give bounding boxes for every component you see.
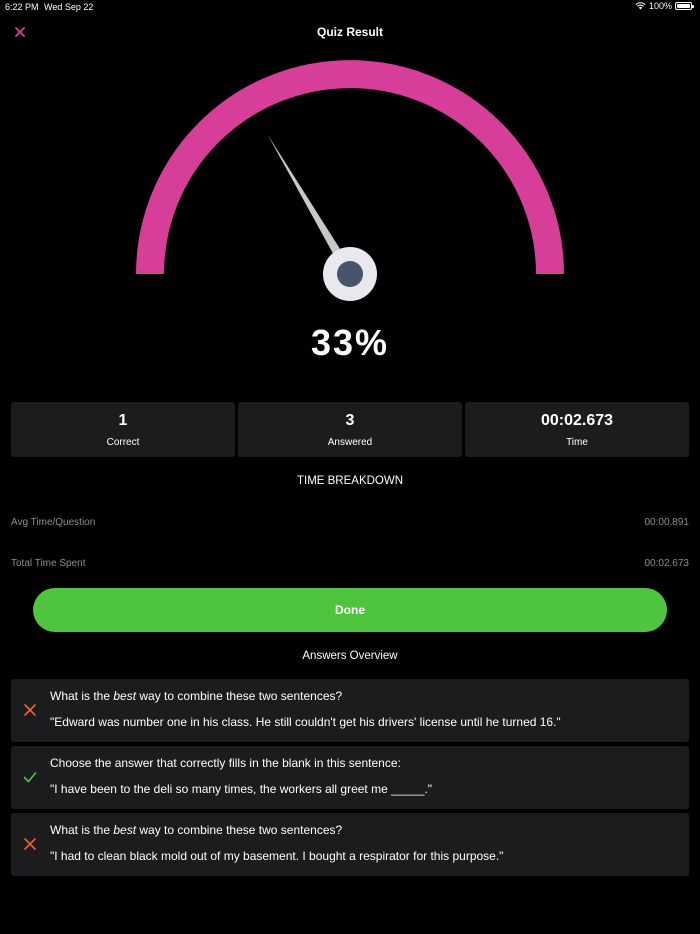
stat-correct: 1 Correct xyxy=(11,402,235,457)
gauge-arc xyxy=(136,60,564,275)
stats-row: 1 Correct 3 Answered 00:02.673 Time xyxy=(11,402,689,457)
incorrect-icon xyxy=(24,704,36,716)
stat-value: 1 xyxy=(118,411,128,429)
answer-item[interactable]: What is the best way to combine these tw… xyxy=(11,813,689,876)
score-percent: 33% xyxy=(310,322,390,363)
battery-percent: 100% xyxy=(648,1,672,11)
answer-item[interactable]: What is the best way to combine these tw… xyxy=(11,679,689,742)
battery-icon xyxy=(675,2,694,10)
answer-sentence: "I have been to the deli so many times, … xyxy=(50,782,433,796)
stat-label: Correct xyxy=(106,436,140,448)
row-label: Avg Time/Question xyxy=(11,517,96,528)
done-button[interactable]: Done xyxy=(33,588,667,632)
gauge-hub-inner xyxy=(337,261,363,287)
stat-label: Time xyxy=(566,436,588,448)
row-label: Total Time Spent xyxy=(11,558,86,569)
wifi-icon xyxy=(635,2,646,10)
incorrect-icon xyxy=(24,838,36,850)
avg-time-row: Avg Time/Question 00:00.891 xyxy=(11,517,689,528)
answer-question: Choose the answer that correctly fills i… xyxy=(50,756,401,770)
answers-overview-title: Answers Overview xyxy=(302,650,398,662)
row-value: 00:02.673 xyxy=(644,558,690,569)
answer-question: What is the best way to combine these tw… xyxy=(50,689,343,703)
stat-label: Answered xyxy=(327,436,373,448)
stat-value: 3 xyxy=(345,411,355,429)
time-breakdown-title: TIME BREAKDOWN xyxy=(296,475,404,487)
status-indicators: 100% xyxy=(635,1,694,11)
stat-time: 00:02.673 Time xyxy=(465,402,689,457)
answer-sentence: "I had to clean black mold out of my bas… xyxy=(50,849,504,863)
status-date: Wed Sep 22 xyxy=(44,2,94,12)
answer-question: What is the best way to combine these tw… xyxy=(50,823,343,837)
checkmark-icon xyxy=(23,772,37,783)
page-title: Quiz Result xyxy=(316,25,383,39)
status-bar: 6:22 PM Wed Sep 22 100% xyxy=(0,0,700,14)
status-time: 6:22 PM xyxy=(5,2,39,12)
answer-sentence: "Edward was number one in his class. He … xyxy=(50,715,561,729)
stat-answered: 3 Answered xyxy=(238,402,462,457)
score-gauge xyxy=(136,60,564,301)
row-value: 00:00.891 xyxy=(644,517,690,528)
stat-value: 00:02.673 xyxy=(540,411,614,429)
total-time-row: Total Time Spent 00:02.673 xyxy=(11,558,689,569)
answer-item[interactable]: Choose the answer that correctly fills i… xyxy=(11,746,689,809)
